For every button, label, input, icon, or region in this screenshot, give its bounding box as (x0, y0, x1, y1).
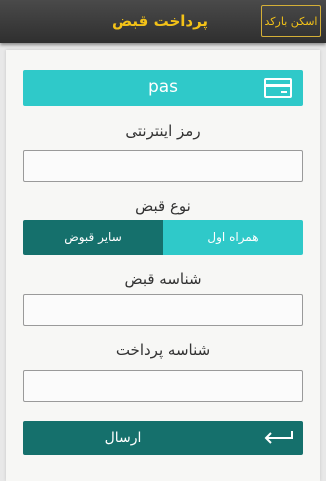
bill-payment-form: pas رمز اینترنتی نوع قبض همراه اول سایر … (6, 50, 320, 481)
internet-password-input[interactable] (23, 150, 303, 182)
bill-id-label: شناسه قبض (124, 270, 202, 288)
bill-type-other-tab[interactable]: سایر قبوض (23, 220, 163, 255)
banner-text: pas (147, 77, 179, 97)
app-header: پرداخت قبض اسکن بارکد (0, 0, 326, 43)
payment-id-input[interactable] (23, 370, 303, 402)
credit-card-icon (264, 78, 292, 98)
scan-barcode-button[interactable]: اسکن بارکد (261, 5, 321, 37)
submit-button[interactable]: ارسال (23, 421, 303, 455)
bill-type-label: نوع قبض (135, 197, 191, 215)
bill-id-input[interactable] (23, 294, 303, 326)
bill-type-mci-tab[interactable]: همراه اول (163, 220, 303, 255)
card-banner: pas (23, 70, 303, 106)
submit-button-label: ارسال (104, 430, 142, 446)
enter-arrow-icon (264, 431, 293, 444)
page-title: پرداخت قبض (111, 12, 209, 30)
internet-password-label: رمز اینترنتی (125, 122, 201, 140)
payment-id-label: شناسه پرداخت (115, 341, 211, 359)
